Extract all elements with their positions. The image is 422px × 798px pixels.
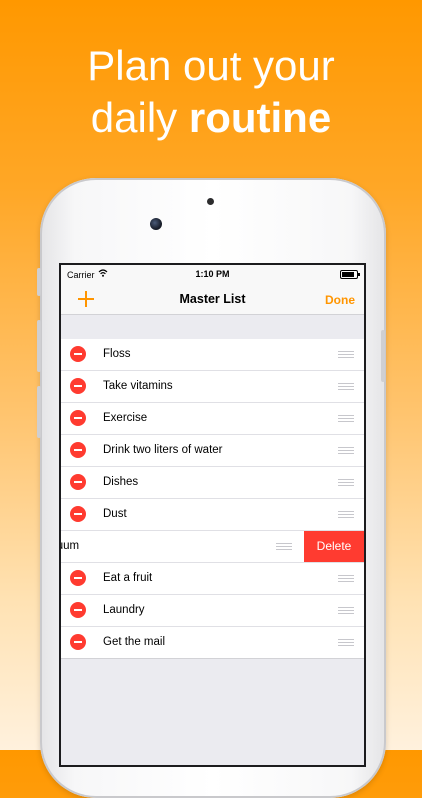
- list-item: Drink two liters of water: [61, 435, 364, 467]
- reorder-handle-icon[interactable]: [338, 383, 354, 390]
- item-label[interactable]: Dust: [103, 508, 127, 520]
- status-bar: Carrier 1:10 PM: [61, 265, 364, 285]
- delete-circle-icon[interactable]: [70, 346, 86, 362]
- item-label[interactable]: Dishes: [103, 476, 138, 488]
- headline-text-2: daily: [90, 94, 189, 141]
- list-item-swiped: cuum Delete: [61, 531, 364, 563]
- reorder-handle-icon[interactable]: [276, 543, 292, 550]
- item-label[interactable]: Take vitamins: [103, 380, 173, 392]
- master-list: Floss Take vitamins Exercise Drink two l…: [61, 339, 364, 659]
- delete-circle-icon[interactable]: [70, 474, 86, 490]
- item-label[interactable]: Exercise: [103, 412, 147, 424]
- item-label[interactable]: Laundry: [103, 604, 145, 616]
- delete-circle-icon[interactable]: [70, 442, 86, 458]
- delete-circle-icon[interactable]: [70, 410, 86, 426]
- done-button[interactable]: Done: [325, 293, 355, 307]
- delete-circle-icon[interactable]: [70, 378, 86, 394]
- list-item: Get the mail: [61, 627, 364, 659]
- page-title: Master List: [179, 292, 246, 306]
- item-label[interactable]: Eat a fruit: [103, 572, 152, 584]
- headline-line-2: daily routine: [0, 92, 422, 144]
- reorder-handle-icon[interactable]: [338, 479, 354, 486]
- delete-circle-icon[interactable]: [70, 506, 86, 522]
- item-label[interactable]: cuum: [61, 540, 79, 552]
- reorder-handle-icon[interactable]: [338, 351, 354, 358]
- power-button: [381, 330, 385, 382]
- delete-circle-icon[interactable]: [70, 570, 86, 586]
- reorder-handle-icon[interactable]: [338, 607, 354, 614]
- reorder-handle-icon[interactable]: [338, 575, 354, 582]
- proximity-sensor: [207, 198, 214, 205]
- list-item: Dishes: [61, 467, 364, 499]
- item-label[interactable]: Floss: [103, 348, 130, 360]
- front-camera-icon: [150, 218, 162, 230]
- list-item: Dust: [61, 499, 364, 531]
- list-item: Laundry: [61, 595, 364, 627]
- list-item: Eat a fruit: [61, 563, 364, 595]
- list-item: Take vitamins: [61, 371, 364, 403]
- headline-text-1: Plan out your: [87, 42, 335, 89]
- list-item: Exercise: [61, 403, 364, 435]
- reorder-handle-icon[interactable]: [338, 511, 354, 518]
- headline-line-1: Plan out your: [0, 40, 422, 92]
- volume-up-button: [37, 320, 41, 372]
- reorder-handle-icon[interactable]: [338, 447, 354, 454]
- delete-circle-icon[interactable]: [70, 634, 86, 650]
- list-item: Floss: [61, 339, 364, 371]
- reorder-handle-icon[interactable]: [338, 639, 354, 646]
- item-label[interactable]: Get the mail: [103, 636, 165, 648]
- headline-bold-word: routine: [188, 94, 332, 141]
- mute-switch: [37, 268, 41, 296]
- delete-circle-icon[interactable]: [70, 602, 86, 618]
- battery-icon: [340, 270, 360, 279]
- delete-button[interactable]: Delete: [304, 531, 364, 562]
- reorder-handle-icon[interactable]: [338, 415, 354, 422]
- item-label[interactable]: Drink two liters of water: [103, 444, 223, 456]
- volume-down-button: [37, 386, 41, 438]
- navigation-bar: Master List Done: [61, 285, 364, 315]
- phone-screen: Carrier 1:10 PM Master List Done Floss T…: [59, 263, 366, 767]
- status-time: 1:10 PM: [195, 269, 230, 279]
